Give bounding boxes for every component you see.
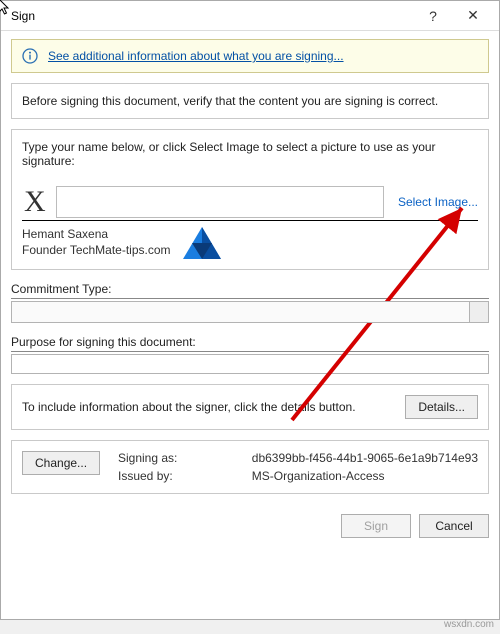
- identity-group: Signing as: db6399bb-f456-44b1-9065-6e1a…: [11, 440, 489, 494]
- cancel-button[interactable]: Cancel: [419, 514, 489, 538]
- commitment-type-select[interactable]: [11, 301, 489, 323]
- help-button[interactable]: ?: [413, 2, 453, 30]
- close-icon: ✕: [467, 7, 479, 24]
- titlebar: Sign ? ✕: [1, 1, 499, 31]
- sign-button[interactable]: Sign: [341, 514, 411, 538]
- watermark: wsxdn.com: [444, 619, 494, 630]
- issued-by-value: MS-Organization-Access: [252, 469, 478, 483]
- signature-instruction: Type your name below, or click Select Im…: [22, 140, 436, 168]
- info-link[interactable]: See additional information about what yo…: [48, 49, 344, 63]
- signer-name: Hemant Saxena: [22, 227, 171, 241]
- signing-as-label: Signing as:: [118, 451, 244, 465]
- dialog-footer: Sign Cancel: [1, 504, 499, 548]
- signature-input[interactable]: [56, 186, 384, 218]
- info-bar: See additional information about what yo…: [11, 39, 489, 73]
- details-button[interactable]: Details...: [405, 395, 478, 419]
- verify-text: Before signing this document, verify tha…: [22, 94, 438, 108]
- select-image-link[interactable]: Select Image...: [398, 195, 478, 209]
- signature-row: X Select Image...: [22, 186, 478, 218]
- purpose-input[interactable]: [11, 354, 489, 374]
- signer-title: Founder TechMate-tips.com: [22, 243, 171, 257]
- signer-area: Hemant Saxena Founder TechMate-tips.com: [22, 227, 478, 259]
- issued-by-label: Issued by:: [118, 469, 244, 483]
- purpose-label: Purpose for signing this document:: [11, 335, 489, 352]
- signature-x-mark: X: [22, 187, 48, 217]
- signature-line: [22, 220, 478, 221]
- app-logo: [183, 227, 221, 259]
- dialog-title: Sign: [11, 9, 413, 23]
- verify-group: Before signing this document, verify tha…: [11, 83, 489, 119]
- client-area: See additional information about what yo…: [1, 31, 499, 504]
- signature-group: Type your name below, or click Select Im…: [11, 129, 489, 270]
- details-text: To include information about the signer,…: [22, 400, 393, 414]
- close-button[interactable]: ✕: [453, 2, 493, 30]
- sign-dialog: Sign ? ✕ See additional information abou…: [0, 0, 500, 620]
- chevron-down-icon: [475, 308, 483, 322]
- details-group: To include information about the signer,…: [11, 384, 489, 430]
- signer-block: Hemant Saxena Founder TechMate-tips.com: [22, 227, 171, 257]
- change-button[interactable]: Change...: [22, 451, 100, 475]
- cursor-icon: [0, 0, 12, 19]
- info-icon: [22, 48, 38, 64]
- signing-as-value: db6399bb-f456-44b1-9065-6e1a9b714e93: [252, 451, 478, 465]
- help-icon: ?: [429, 8, 437, 24]
- commitment-type-label: Commitment Type:: [11, 282, 489, 299]
